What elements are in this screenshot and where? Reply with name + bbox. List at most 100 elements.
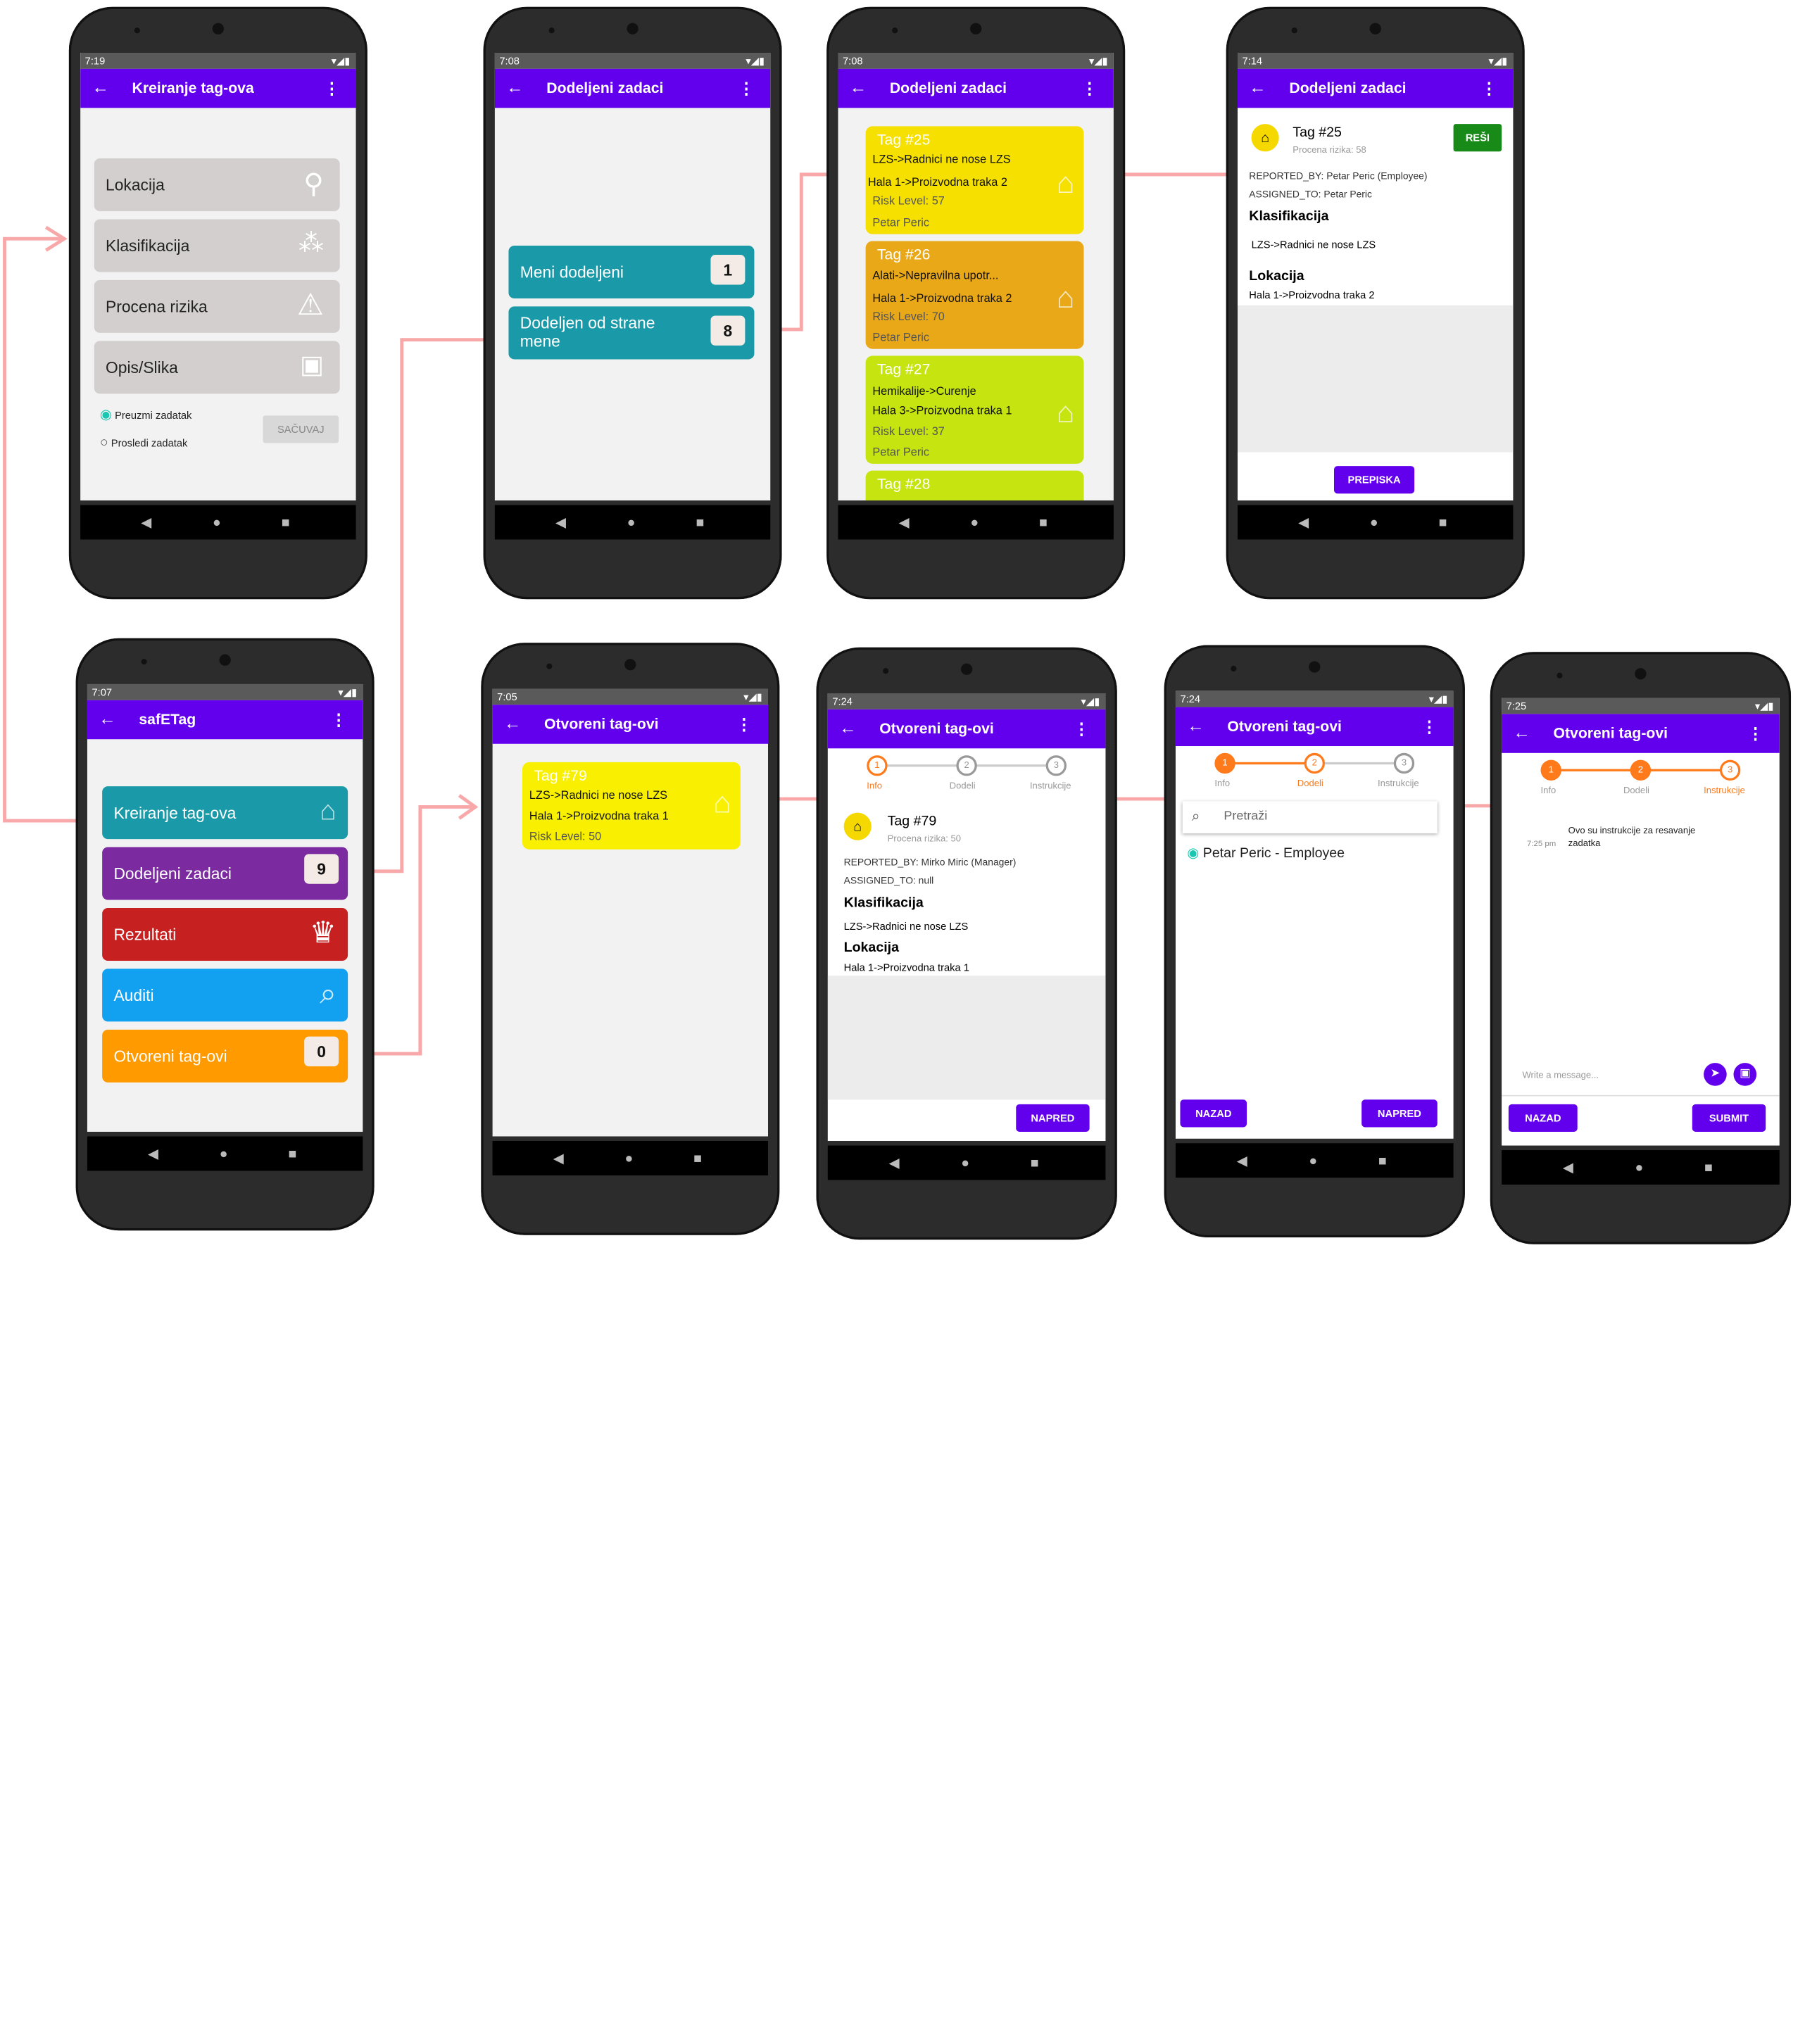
tag-card-25[interactable]: Tag #25 LZS->Radnici ne nose LZS Hala 1-… <box>865 126 1084 234</box>
dodeljeni-zadaci-button[interactable]: Dodeljeni zadaci 9 <box>102 847 348 900</box>
employee-radio[interactable]: ◉ Petar Peric - Employee <box>1187 845 1345 861</box>
nav-home-icon[interactable]: ● <box>220 1136 228 1171</box>
napred-button[interactable]: NAPRED <box>1361 1099 1438 1128</box>
dodeljen-od-strane-button[interactable]: Dodeljen od strane mene 8 <box>508 306 755 360</box>
step-1-icon[interactable]: 1 <box>1540 759 1561 781</box>
nav-home-icon[interactable]: ● <box>961 1146 969 1180</box>
page-title: Dodeljeni zadaci <box>1289 79 1407 96</box>
back-arrow-icon[interactable]: ← <box>92 69 108 108</box>
more-vert-icon[interactable]: ⋮ <box>1481 69 1497 108</box>
tag-card-27[interactable]: Tag #27 Hemikalije->Curenje Hala 3->Proi… <box>865 355 1084 464</box>
nav-back-icon[interactable]: ◀ <box>553 1141 564 1175</box>
more-vert-icon[interactable]: ⋮ <box>324 69 340 108</box>
nav-recents-icon[interactable]: ■ <box>1439 505 1447 540</box>
nav-recents-icon[interactable]: ■ <box>1378 1143 1387 1178</box>
send-icon[interactable]: ➤ <box>1704 1063 1727 1086</box>
nav-home-icon[interactable]: ● <box>970 505 979 540</box>
resi-button[interactable]: REŠI <box>1453 124 1502 152</box>
back-arrow-icon[interactable]: ← <box>1249 69 1266 108</box>
phone-otvoreni-instrukcije: 7:25 ▾◢▮ ← Otvoreni tag-ovi ⋮ 1 2 3 Info … <box>1490 652 1792 1244</box>
step-1-icon[interactable]: 1 <box>867 755 888 776</box>
nav-home-icon[interactable]: ● <box>213 505 221 540</box>
nav-recents-icon[interactable]: ■ <box>289 1136 297 1171</box>
tag-card-26[interactable]: Tag #26 Alati->Nepravilna upotr... Hala … <box>865 241 1084 349</box>
nav-home-icon[interactable]: ● <box>624 1141 633 1175</box>
search-input[interactable]: ⌕ Pretraži <box>1182 801 1438 833</box>
rezultati-button[interactable]: Rezultati ♛ <box>102 907 348 961</box>
lokacija-button[interactable]: Lokacija ⚲ <box>94 158 340 212</box>
nav-home-icon[interactable]: ● <box>1370 505 1378 540</box>
nazad-button[interactable]: NAZAD <box>1508 1104 1578 1132</box>
nazad-button[interactable]: NAZAD <box>1180 1099 1247 1128</box>
auditi-button[interactable]: Auditi ⌕ <box>102 969 348 1022</box>
step-2-icon[interactable]: 2 <box>1304 752 1325 774</box>
add-image-icon[interactable]: ▣ <box>1733 1063 1757 1086</box>
sacuvaj-button[interactable]: SAČUVAJ <box>263 415 339 443</box>
message-text: Ovo su instrukcije za resavanje zadatka <box>1568 825 1696 849</box>
step-label-info: Info <box>867 780 883 791</box>
more-vert-icon[interactable]: ⋮ <box>1081 69 1098 108</box>
nav-home-icon[interactable]: ● <box>627 505 636 540</box>
more-vert-icon[interactable]: ⋮ <box>1747 714 1763 752</box>
app-bar: ← Otvoreni tag-ovi ⋮ <box>827 709 1106 749</box>
back-arrow-icon[interactable]: ← <box>850 69 867 108</box>
step-1-icon[interactable]: 1 <box>1214 752 1235 774</box>
step-2-icon[interactable]: 2 <box>956 755 977 776</box>
nav-back-icon[interactable]: ◀ <box>148 1136 158 1171</box>
nav-back-icon[interactable]: ◀ <box>1563 1150 1573 1185</box>
more-vert-icon[interactable]: ⋮ <box>1421 707 1438 746</box>
step-3-icon[interactable]: 3 <box>1045 755 1067 776</box>
page-title: Dodeljeni zadaci <box>546 79 664 96</box>
tag-icon: ⌂ <box>1056 165 1075 200</box>
message-input[interactable]: Write a message... <box>1502 1061 1702 1088</box>
divider <box>1502 1094 1780 1097</box>
meni-dodeljeni-button[interactable]: Meni dodeljeni 1 <box>508 245 755 299</box>
more-vert-icon[interactable]: ⋮ <box>1074 709 1090 748</box>
back-arrow-icon[interactable]: ← <box>1187 707 1204 746</box>
nav-back-icon[interactable]: ◀ <box>1237 1143 1247 1178</box>
back-arrow-icon[interactable]: ← <box>504 705 521 743</box>
back-arrow-icon[interactable]: ← <box>1513 714 1530 752</box>
step-2-icon[interactable]: 2 <box>1630 759 1652 781</box>
opis-slika-button[interactable]: Opis/Slika ▣ <box>94 341 340 394</box>
count-badge: 0 <box>304 1036 339 1067</box>
nav-recents-icon[interactable]: ■ <box>1031 1146 1039 1180</box>
tag-card-79[interactable]: Tag #79 LZS->Radnici ne nose LZS Hala 1-… <box>522 762 741 850</box>
procena-rizika-button[interactable]: Procena rizika ⚠ <box>94 279 340 333</box>
preuzmi-radio[interactable]: ◉ Preuzmi zadatak <box>100 406 192 422</box>
nav-back-icon[interactable]: ◀ <box>555 505 566 540</box>
nav-back-icon[interactable]: ◀ <box>899 505 910 540</box>
prepiska-button[interactable]: PREPISKA <box>1333 466 1415 494</box>
otvoreni-tagovi-button[interactable]: Otvoreni tag-ovi 0 <box>102 1029 348 1083</box>
page-title: Dodeljeni zadaci <box>889 79 1007 96</box>
nav-back-icon[interactable]: ◀ <box>889 1146 900 1180</box>
nav-back-icon[interactable]: ◀ <box>141 505 151 540</box>
trophy-icon: ♛ <box>309 914 337 950</box>
step-3-icon[interactable]: 3 <box>1719 759 1741 781</box>
kreiranje-tagova-button[interactable]: Kreiranje tag-ova ⌂ <box>102 786 348 840</box>
back-arrow-icon[interactable]: ← <box>99 700 115 739</box>
tag-card-28[interactable]: Tag #28 <box>865 470 1084 501</box>
more-vert-icon[interactable]: ⋮ <box>736 705 752 743</box>
nav-recents-icon[interactable]: ■ <box>282 505 290 540</box>
step-3-icon[interactable]: 3 <box>1393 752 1415 774</box>
image-placeholder <box>1238 305 1514 453</box>
assigned-to: ASSIGNED_TO: Petar Peric <box>1249 188 1372 200</box>
nav-recents-icon[interactable]: ■ <box>693 1141 702 1175</box>
nav-recents-icon[interactable]: ■ <box>696 505 705 540</box>
prosledi-radio[interactable]: ○ Prosledi zadatak <box>100 434 187 450</box>
back-arrow-icon[interactable]: ← <box>839 709 856 748</box>
tag-icon: ⌂ <box>1056 394 1075 429</box>
nav-recents-icon[interactable]: ■ <box>1039 505 1048 540</box>
back-arrow-icon[interactable]: ← <box>506 69 523 108</box>
nav-home-icon[interactable]: ● <box>1635 1150 1644 1185</box>
napred-button[interactable]: NAPRED <box>1016 1104 1090 1132</box>
nav-home-icon[interactable]: ● <box>1309 1143 1317 1178</box>
nav-recents-icon[interactable]: ■ <box>1704 1150 1713 1185</box>
more-vert-icon[interactable]: ⋮ <box>738 69 755 108</box>
klasifikacija-button[interactable]: Klasifikacija ⁂ <box>94 219 340 272</box>
nav-back-icon[interactable]: ◀ <box>1298 505 1309 540</box>
more-vert-icon[interactable]: ⋮ <box>331 700 347 739</box>
submit-button[interactable]: SUBMIT <box>1692 1104 1766 1132</box>
tag-icon: ⌂ <box>713 785 731 820</box>
